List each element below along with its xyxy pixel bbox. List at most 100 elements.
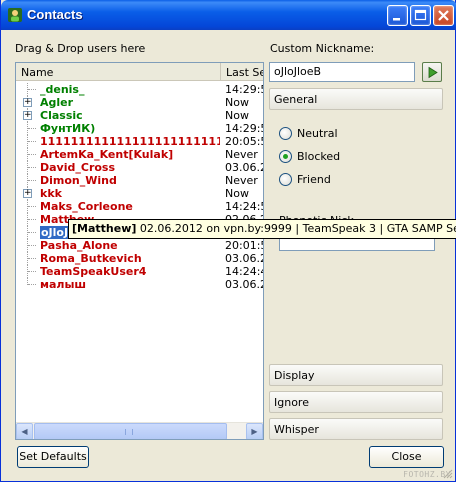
contact-name: Dimon_Wind: [40, 174, 220, 187]
radio-button[interactable]: [279, 150, 292, 163]
contact-row[interactable]: + Agler Now: [16, 96, 263, 109]
contact-name: Maks_Corleone: [40, 200, 220, 213]
scroll-thumb[interactable]: [34, 423, 227, 439]
contact-last-seen: 14:29:54: [225, 122, 263, 135]
contact-last-seen: Never: [225, 148, 258, 161]
contact-name: Agler: [40, 96, 220, 109]
contact-row[interactable]: ФунтИК) 14:29:54: [16, 122, 263, 135]
contact-name-text: Agler: [40, 96, 74, 109]
contact-row[interactable]: ArtemKa_Kent[Kulak] Never: [16, 148, 263, 161]
contact-row[interactable]: малыш 03.06.2012: [16, 278, 263, 291]
contact-name: Pasha_Alone: [40, 239, 220, 252]
contact-last-seen: 14:24:44: [225, 265, 263, 278]
custom-nickname-input[interactable]: oJloJloeB: [269, 62, 415, 82]
watermark: FOTOHZ.BY: [403, 470, 451, 479]
contact-name-text: ФунтИК): [40, 122, 96, 135]
tree-branch-line: [28, 167, 36, 168]
radio-label: Friend: [297, 173, 331, 186]
contact-name: Classic: [40, 109, 220, 122]
contact-name: kkk: [40, 187, 220, 200]
tree-branch-line: [28, 245, 36, 246]
play-arrow-icon: [428, 66, 438, 79]
contact-row[interactable]: + Classic Now: [16, 109, 263, 122]
set-defaults-button[interactable]: Set Defaults: [17, 446, 89, 468]
contact-name-text: _denis_: [40, 83, 85, 96]
contact-name-text: ArtemKa_Kent[Kulak]: [40, 148, 174, 161]
contact-name-text: kkk: [40, 187, 62, 200]
title-bar[interactable]: Contacts: [1, 0, 456, 30]
tree-branch-line: [28, 258, 36, 259]
tree-branch-line: [28, 271, 36, 272]
maximize-button[interactable]: [410, 5, 431, 26]
tree-branch-line: [28, 284, 36, 285]
contacts-window: Contacts Drag & Drop users here Name Las…: [0, 0, 456, 482]
contact-last-seen: 03.06.2012: [225, 252, 263, 265]
whisper-section-header[interactable]: Whisper: [269, 418, 443, 440]
contact-name-text: Classic: [40, 109, 83, 122]
tree-branch-line: [28, 154, 36, 155]
contact-name: 1111111111111111111111111111111111: [40, 135, 220, 148]
expand-plus-icon[interactable]: +: [23, 111, 32, 120]
apply-nickname-button[interactable]: [422, 62, 442, 82]
tree-branch-line: [28, 219, 36, 220]
radio-button[interactable]: [279, 127, 292, 140]
tree-branch-line: [28, 89, 36, 90]
contact-tooltip: [Matthew] 02.06.2012 on vpn.by:9999 | Te…: [68, 219, 456, 239]
display-section-header[interactable]: Display: [269, 364, 443, 386]
contact-row[interactable]: Maks_Corleone 14:24:54: [16, 200, 263, 213]
scroll-left-button[interactable]: ◀: [16, 423, 33, 439]
contact-last-seen: 03.06.2012: [225, 161, 263, 174]
tree-branch-line: [28, 232, 36, 233]
maximize-icon: [414, 9, 427, 21]
tooltip-details: 02.06.2012 on vpn.by:9999 | TeamSpeak 3 …: [139, 222, 456, 235]
contact-last-seen: 20:01:54: [225, 239, 263, 252]
radio-label: Blocked: [297, 150, 341, 163]
list-header: Name Last Seen: [16, 63, 263, 81]
expand-plus-icon[interactable]: +: [23, 189, 32, 198]
minimize-button[interactable]: [387, 5, 408, 26]
contact-rows: _denis_ 14:29:54 + Agler Now + Classic Now ФунтИ…: [16, 83, 263, 291]
contact-name-text: David_Cross: [40, 161, 116, 174]
tooltip-name: [Matthew]: [72, 222, 137, 235]
contact-last-seen: Never: [225, 174, 258, 187]
contact-row[interactable]: Dimon_Wind Never: [16, 174, 263, 187]
contacts-list[interactable]: Name Last Seen _denis_14:29:54+AglerNow+…: [15, 62, 264, 440]
scroll-right-button[interactable]: ▶: [246, 423, 263, 439]
contact-row[interactable]: _denis_ 14:29:54: [16, 83, 263, 96]
contact-last-seen: 14:29:54: [225, 83, 263, 96]
scroll-grip: [125, 429, 133, 435]
contact-name-text: Dimon_Wind: [40, 174, 117, 187]
contact-row[interactable]: David_Cross 03.06.2012: [16, 161, 263, 174]
close-window-button[interactable]: [433, 5, 454, 26]
contact-name: ArtemKa_Kent[Kulak]: [40, 148, 220, 161]
radio-button[interactable]: [279, 173, 292, 186]
column-last-seen-header[interactable]: Last Seen: [222, 63, 263, 81]
contact-row[interactable]: TeamSpeakUser4 14:24:44: [16, 265, 263, 278]
contact-row[interactable]: 1111111111111111111111111111111111 20:05:…: [16, 135, 263, 148]
column-name-header[interactable]: Name: [16, 63, 221, 81]
contact-name-text: oJloJ: [40, 226, 70, 239]
contact-row[interactable]: + kkk Now: [16, 187, 263, 200]
contact-name-text: TeamSpeakUser4: [40, 265, 147, 278]
contact-name: _denis_: [40, 83, 220, 96]
radio-label: Neutral: [297, 127, 338, 140]
window-title: Contacts: [27, 7, 83, 22]
contact-name-text: Roma_Butkevich: [40, 252, 142, 265]
contact-row[interactable]: Roma_Butkevich 03.06.2012: [16, 252, 263, 265]
custom-nickname-label: Custom Nickname:: [270, 42, 375, 55]
contact-last-seen: 14:24:54: [225, 200, 263, 213]
contact-row[interactable]: Pasha_Alone 20:01:54: [16, 239, 263, 252]
horizontal-scrollbar[interactable]: ◀ ▶: [16, 422, 263, 439]
contact-name: ФунтИК): [40, 122, 220, 135]
general-section-header[interactable]: General: [269, 88, 443, 110]
contact-last-seen: Now: [225, 96, 249, 109]
ignore-section-header[interactable]: Ignore: [269, 391, 443, 413]
contact-last-seen: Now: [225, 187, 249, 200]
minimize-icon: [393, 18, 400, 21]
close-button[interactable]: Close: [369, 446, 444, 468]
expand-plus-icon[interactable]: +: [23, 98, 32, 107]
contact-name-text: Maks_Corleone: [40, 200, 133, 213]
contact-name: малыш: [40, 278, 220, 291]
tree-branch-line: [28, 141, 36, 142]
close-icon: [438, 10, 449, 21]
